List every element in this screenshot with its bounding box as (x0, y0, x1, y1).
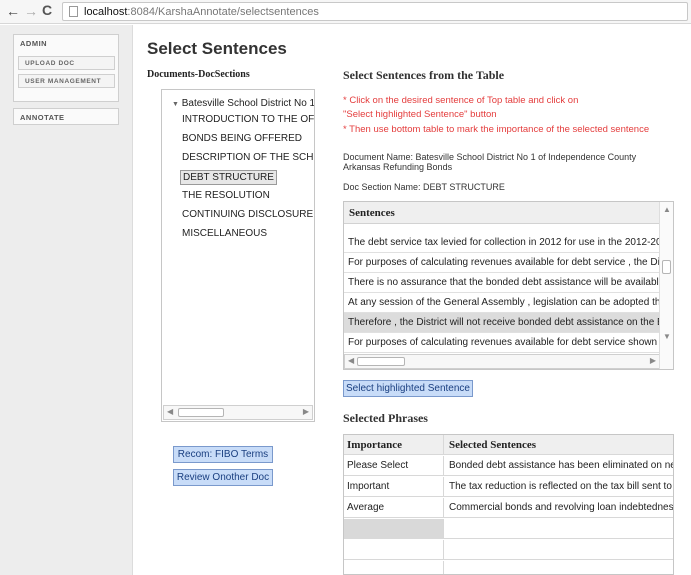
table-row[interactable]: Important The tax reduction is reflected… (344, 477, 673, 497)
sentences-header: Sentences (344, 202, 660, 224)
table-row[interactable]: The debt service tax levied for collecti… (344, 233, 660, 253)
scroll-thumb[interactable] (357, 357, 405, 366)
sidebar: ADMIN UPLOAD DOC USER MANAGEMENT ANNOTAT… (0, 25, 133, 575)
tree-root-node[interactable]: ▼ Batesville School District No 1 c (172, 98, 315, 109)
page-title: Select Sentences (147, 39, 287, 58)
select-highlighted-sentence-button[interactable]: Select highlighted Sentence (343, 380, 473, 397)
docs-heading: Documents-DocSections (147, 69, 250, 80)
selected-sentence-cell: Commercial bonds and revolving loan inde… (449, 502, 674, 513)
table-row[interactable]: There is no assurance that the bonded de… (344, 273, 660, 293)
importance-select[interactable]: Please Select (344, 456, 444, 476)
url-text[interactable]: localhost:8084/KarshaAnnotate/selectsent… (84, 5, 319, 19)
table-row[interactable]: Average Commercial bonds and revolving l… (344, 498, 674, 518)
scroll-right-icon[interactable]: ▶ (303, 407, 309, 416)
tree-item[interactable]: DESCRIPTION OF THE SCHOO (182, 152, 314, 163)
scroll-up-icon[interactable]: ▲ (663, 205, 671, 214)
annotate-menu-title[interactable]: ANNOTATE (14, 109, 118, 122)
selected-phrases-table: Importance Selected Sentences Please Sel… (343, 434, 674, 575)
expand-triangle-icon[interactable]: ▼ (172, 101, 179, 108)
scroll-left-icon[interactable]: ◀ (348, 356, 354, 365)
recom-fibo-terms-button[interactable]: Recom: FIBO Terms (173, 446, 273, 463)
tree-item[interactable]: CONTINUING DISCLOSURE CEI (182, 209, 314, 220)
admin-menu-title[interactable]: ADMIN (14, 35, 118, 48)
empty-cell (445, 561, 673, 574)
importance-header: Importance (344, 435, 444, 455)
document-tree: ▼ Batesville School District No 1 c INTR… (161, 89, 315, 422)
empty-row[interactable] (344, 561, 673, 574)
sentences-horizontal-scrollbar[interactable]: ◀ ▶ (344, 354, 660, 369)
forward-arrow-icon[interactable]: → (24, 3, 38, 19)
review-another-doc-button[interactable]: Review Onother Doc (173, 469, 273, 486)
instruction-line-2: "Select highlighted Sentence" button (343, 109, 497, 120)
empty-cell (445, 519, 673, 539)
selected-sentence-cell: Bonded debt assistance has been eliminat… (449, 460, 674, 471)
instruction-line-1: * Click on the desired sentence of Top t… (343, 95, 579, 106)
empty-cell[interactable] (344, 561, 444, 574)
empty-cell[interactable] (344, 519, 444, 539)
tree-horizontal-scrollbar[interactable]: ◀ ▶ (163, 405, 313, 420)
url-path: :8084/KarshaAnnotate/selectsentences (127, 6, 319, 18)
upload-doc-button[interactable]: UPLOAD DOC (18, 56, 115, 70)
reload-icon[interactable]: C (42, 2, 52, 18)
empty-cell[interactable] (344, 540, 444, 560)
sentences-vertical-scrollbar[interactable]: ▲ ▼ (659, 202, 673, 369)
empty-cell (445, 540, 673, 560)
document-name-line-1: Document Name: Batesville School Distric… (343, 152, 637, 162)
scroll-thumb[interactable] (178, 408, 224, 417)
doc-section-name: Doc Section Name: DEBT STRUCTURE (343, 182, 505, 192)
scroll-right-icon[interactable]: ▶ (650, 356, 656, 365)
document-name-line-2: Arkansas Refunding Bonds (343, 162, 453, 172)
table-heading: Select Sentences from the Table (343, 68, 505, 82)
tree-item-selected[interactable]: DEBT STRUCTURE (180, 170, 277, 185)
scroll-thumb[interactable] (662, 260, 671, 274)
instruction-line-3: * Then use bottom table to mark the impo… (343, 124, 650, 135)
scroll-down-icon[interactable]: ▼ (663, 332, 671, 341)
selected-phrases-title: Selected Phrases (343, 411, 428, 425)
tree-item[interactable]: BONDS BEING OFFERED (182, 133, 302, 144)
tree-item[interactable]: INTRODUCTION TO THE OFFIC (182, 114, 314, 125)
table-row-highlighted[interactable]: Therefore , the District will not receiv… (344, 313, 660, 333)
importance-select[interactable]: Important (344, 477, 444, 497)
scroll-left-icon[interactable]: ◀ (167, 407, 173, 416)
table-row[interactable]: Please Select Bonded debt assistance has… (344, 456, 674, 476)
user-management-button[interactable]: USER MANAGEMENT (18, 74, 115, 88)
tree-item[interactable]: THE RESOLUTION (182, 190, 270, 201)
empty-row[interactable] (344, 519, 673, 539)
selected-sentences-header: Selected Sentences (449, 439, 537, 451)
back-arrow-icon[interactable]: ← (6, 3, 20, 19)
table-row[interactable]: At any session of the General Assembly ,… (344, 293, 660, 313)
table-row[interactable]: For purposes of calculating revenues ava… (344, 253, 660, 273)
browser-toolbar: ← → C localhost:8084/KarshaAnnotate/sele… (0, 0, 691, 24)
url-host: localhost (84, 6, 128, 18)
admin-menu: ADMIN UPLOAD DOC USER MANAGEMENT (13, 34, 119, 102)
tree-root-label: Batesville School District No 1 c (181, 98, 315, 109)
annotate-menu[interactable]: ANNOTATE (13, 108, 119, 125)
importance-select[interactable]: Average (344, 498, 444, 518)
address-bar[interactable]: localhost:8084/KarshaAnnotate/selectsent… (62, 2, 688, 21)
page-icon (69, 6, 78, 17)
sentences-table: Sentences The debt service tax levied fo… (343, 201, 674, 370)
empty-row[interactable] (344, 540, 673, 560)
table-row[interactable]: For purposes of calculating revenues ava… (344, 333, 660, 353)
tree-item[interactable]: MISCELLANEOUS (182, 228, 267, 239)
selected-sentence-cell: The tax reduction is reflected on the ta… (449, 481, 672, 492)
table-header-row: Importance Selected Sentences (344, 435, 673, 455)
